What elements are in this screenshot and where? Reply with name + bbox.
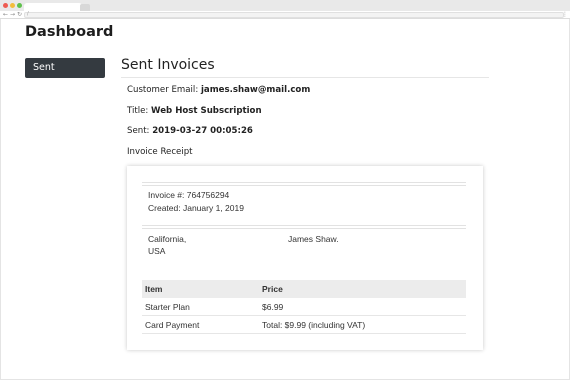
receipt-divider <box>142 228 466 229</box>
sender-address-line: USA <box>148 246 166 256</box>
customer-email-row: Customer Email: james.shaw@mail.com <box>127 85 310 95</box>
browser-menu-icon[interactable]: ⋮ <box>562 11 568 19</box>
item-name-cell: Starter Plan <box>145 302 190 312</box>
app-title: Dashboard <box>25 24 114 40</box>
receipt-divider <box>142 185 466 186</box>
browser-toolbar: ← → ↻ / ⋮ <box>0 11 570 19</box>
sender-address-line: California, <box>148 234 187 244</box>
invoice-number: Invoice #: 764756294 <box>148 190 230 200</box>
invoice-title-value: Web Host Subscription <box>151 106 262 116</box>
close-window-icon[interactable] <box>3 3 8 8</box>
minimize-window-icon[interactable] <box>10 3 15 8</box>
column-header-price: Price <box>262 284 283 294</box>
column-header-item: Item <box>145 284 163 294</box>
invoice-table-header: Item Price <box>142 280 466 298</box>
browser-tab[interactable] <box>24 3 82 11</box>
title-divider <box>121 77 489 78</box>
item-price-cell: Total: $9.99 (including VAT) <box>262 320 366 330</box>
sent-date-value: 2019-03-27 00:05:26 <box>152 126 253 136</box>
recipient-name: James Shaw. <box>288 234 339 244</box>
invoice-created-date: Created: January 1, 2019 <box>148 203 244 213</box>
invoice-title-label: Title: <box>127 106 149 116</box>
receipt-divider <box>142 225 466 226</box>
customer-email-label: Customer Email: <box>127 85 199 95</box>
browser-tab-bar <box>0 0 570 11</box>
table-row: Card Payment Total: $9.99 (including VAT… <box>142 316 466 334</box>
receipt-divider <box>142 182 466 183</box>
reload-icon[interactable]: ↻ <box>17 11 22 19</box>
sidebar-item-label: Sent <box>33 62 55 73</box>
item-name-cell: Card Payment <box>145 320 200 330</box>
sent-date-label: Sent: <box>127 126 150 136</box>
customer-email-value: james.shaw@mail.com <box>200 85 311 95</box>
invoice-title-row: Title: Web Host Subscription <box>127 106 262 116</box>
table-row: Starter Plan $6.99 <box>142 298 466 316</box>
address-bar[interactable]: / <box>24 11 564 18</box>
sidebar-item-sent[interactable]: Sent <box>25 58 105 78</box>
page-title: Sent Invoices <box>121 57 215 73</box>
sent-date-row: Sent: 2019-03-27 00:05:26 <box>127 126 253 136</box>
forward-icon[interactable]: → <box>10 11 15 19</box>
address-text: / <box>27 11 29 17</box>
back-icon[interactable]: ← <box>3 11 8 19</box>
maximize-window-icon[interactable] <box>17 3 22 8</box>
new-tab-button[interactable] <box>80 4 90 11</box>
item-price-cell: $6.99 <box>262 302 284 312</box>
invoice-receipt-card: Invoice #: 764756294 Created: January 1,… <box>127 166 483 350</box>
receipt-heading: Invoice Receipt <box>127 147 193 157</box>
